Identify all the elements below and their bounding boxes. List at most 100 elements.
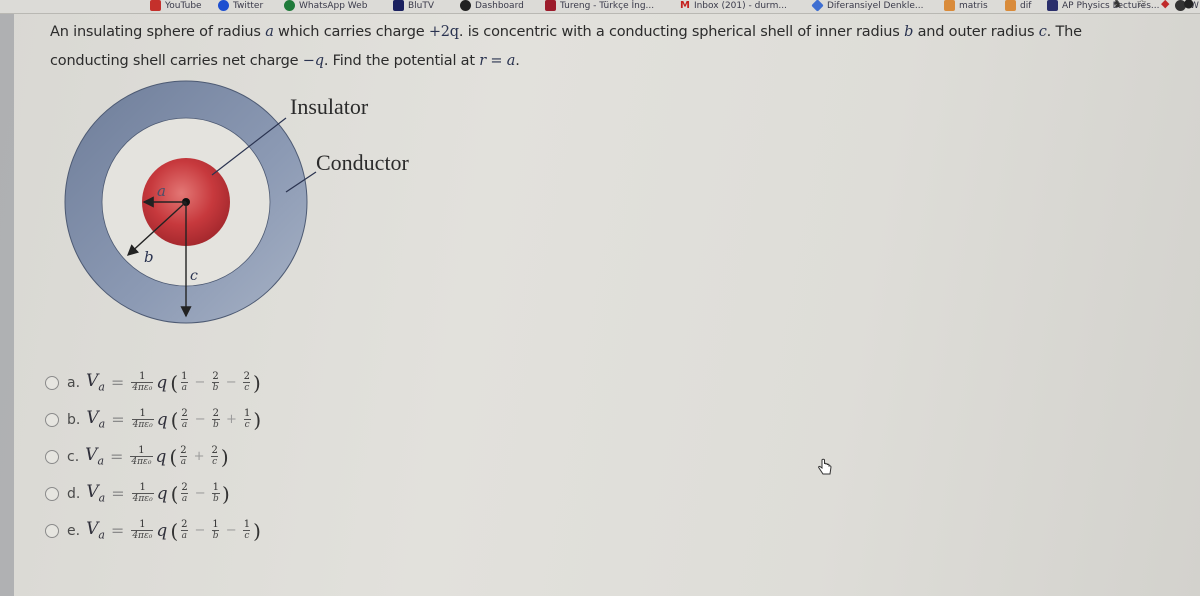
ap-icon: [1047, 0, 1058, 11]
bookmark-dashboard[interactable]: Dashboard: [460, 0, 524, 11]
equals-sign: =: [110, 447, 124, 466]
coefficient-fraction: 1 4πε₀: [131, 371, 154, 393]
term-fraction: 2b: [211, 371, 220, 393]
bookmark-tureng[interactable]: Tureng - Türkçe İng...: [545, 0, 654, 11]
tureng-icon: [545, 0, 556, 11]
answer-option[interactable]: a. Va = 1 4πε₀ q(1 a −2 b −2 c): [45, 364, 262, 401]
dashboard-icon: [460, 0, 471, 11]
label-b: b: [144, 248, 154, 266]
var-b: b: [904, 24, 914, 40]
lhs-v: Va: [86, 371, 105, 394]
answer-option[interactable]: e. Va = 1 4πε₀ q(2 a −1 b −1 c): [45, 512, 262, 549]
radio-button[interactable]: [45, 523, 59, 538]
extension-dark-icon[interactable]: ●: [1184, 0, 1194, 10]
left-paren: (: [170, 370, 179, 395]
charge-q: q: [156, 372, 168, 393]
bookmark-diferansiyel[interactable]: Diferansiyel Denkle...: [811, 0, 923, 12]
coefficient-fraction: 1 4πε₀: [131, 482, 154, 504]
coefficient-fraction: 1 4πε₀: [130, 445, 153, 467]
coefficient-fraction: 1 4πε₀: [131, 408, 154, 430]
right-paren: ): [253, 518, 261, 543]
insulator-label: Insulator: [290, 94, 369, 119]
extension-red-icon[interactable]: ◆: [1161, 0, 1169, 10]
term-fraction: 2c: [211, 445, 219, 467]
bookmarks-bar: YouTube Twitter WhatsApp Web BluTV Dashb…: [0, 0, 1200, 14]
charge-q: q: [156, 520, 168, 541]
term-fraction: 1c: [243, 408, 251, 430]
figure-svg: a b c: [64, 80, 317, 324]
bookmark-whatsapp[interactable]: WhatsApp Web: [284, 0, 367, 11]
charge-q: q: [156, 483, 168, 504]
answer-option[interactable]: d. Va = 1 4πε₀ q(2 a −1 b): [45, 475, 262, 512]
operator: −: [225, 523, 237, 538]
twitter-icon: [218, 0, 229, 11]
extension-icon[interactable]: ♞: [1112, 0, 1122, 10]
operator: −: [194, 412, 206, 427]
answer-options: a. Va = 1 4πε₀ q(1 a −2 b −2 c) b. Va = 1 4πε₀ q(2 a −2 b +1…: [45, 364, 262, 549]
radio-button[interactable]: [45, 375, 59, 390]
coefficient-fraction: 1 4πε₀: [131, 519, 154, 541]
right-paren: ): [222, 481, 230, 506]
var-c: c: [1038, 24, 1047, 40]
equals-sign: =: [110, 521, 125, 540]
operator: −: [194, 486, 206, 501]
equals-sign: =: [110, 373, 125, 392]
folder-icon: [944, 0, 955, 11]
net-charge: −q: [302, 53, 324, 69]
answer-option[interactable]: c. Va = 1 4πε₀ q(2 a +2 c): [45, 438, 262, 475]
lhs-v: Va: [86, 408, 106, 431]
option-letter: d.: [67, 485, 81, 502]
label-a: a: [157, 182, 166, 200]
term-fraction: 1b: [211, 519, 220, 541]
diamond-icon: [811, 0, 824, 12]
option-letter: a.: [67, 374, 81, 391]
charge: +2q: [428, 24, 459, 40]
term-fraction: 1a: [180, 371, 188, 393]
at-r: r = a: [479, 53, 516, 69]
toolbar-extension-icons: ♞ ☆ ◆ ●: [1112, 0, 1194, 10]
blutv-icon: [393, 0, 404, 11]
operator: +: [226, 412, 237, 427]
whatsapp-icon: [284, 0, 295, 11]
bookmark-twitter[interactable]: Twitter: [218, 0, 263, 11]
term-fraction: 2a: [179, 445, 188, 467]
label-c: c: [190, 268, 198, 284]
lhs-v: Va: [86, 482, 106, 505]
bookmark-dif[interactable]: dif: [1005, 0, 1031, 11]
operator: −: [194, 523, 206, 538]
bookmark-matris[interactable]: matris: [944, 0, 988, 11]
right-paren: ): [220, 444, 229, 469]
term-fraction: 2b: [211, 408, 220, 430]
var-a: a: [265, 24, 274, 40]
left-paren: (: [170, 518, 179, 543]
right-paren: ): [253, 407, 262, 432]
term-fraction: 1b: [211, 482, 220, 504]
question-text: An insulating sphere of radius a which c…: [50, 24, 1082, 69]
operator: −: [194, 375, 206, 390]
left-paren: (: [170, 407, 179, 432]
term-fraction: 2c: [243, 371, 251, 393]
operator: +: [193, 449, 205, 464]
charge-q: q: [155, 446, 167, 467]
equals-sign: =: [111, 484, 125, 503]
equals-sign: =: [111, 410, 125, 429]
left-paren: (: [170, 481, 179, 506]
radio-button[interactable]: [45, 486, 59, 501]
lhs-v: Va: [86, 519, 105, 542]
right-paren: ): [253, 370, 261, 395]
option-letter: c.: [67, 448, 80, 465]
term-fraction: 2a: [180, 519, 188, 541]
option-letter: e.: [67, 522, 81, 539]
bookmark-blutv[interactable]: BluTV: [393, 0, 434, 11]
lhs-v: Va: [85, 445, 104, 468]
bookmark-gmail[interactable]: M Inbox (201) - durm...: [680, 0, 787, 11]
answer-option[interactable]: b. Va = 1 4πε₀ q(2 a −2 b +1 c): [45, 401, 262, 438]
folder-icon: [1005, 0, 1016, 11]
option-letter: b.: [67, 411, 81, 428]
radio-button[interactable]: [45, 449, 59, 464]
radio-button[interactable]: [45, 412, 59, 427]
youtube-icon: [150, 0, 161, 11]
sphere-shell-figure: a b c Insulator Conductor: [60, 80, 460, 330]
star-icon[interactable]: ☆: [1136, 0, 1147, 10]
bookmark-youtube[interactable]: YouTube: [150, 0, 202, 11]
